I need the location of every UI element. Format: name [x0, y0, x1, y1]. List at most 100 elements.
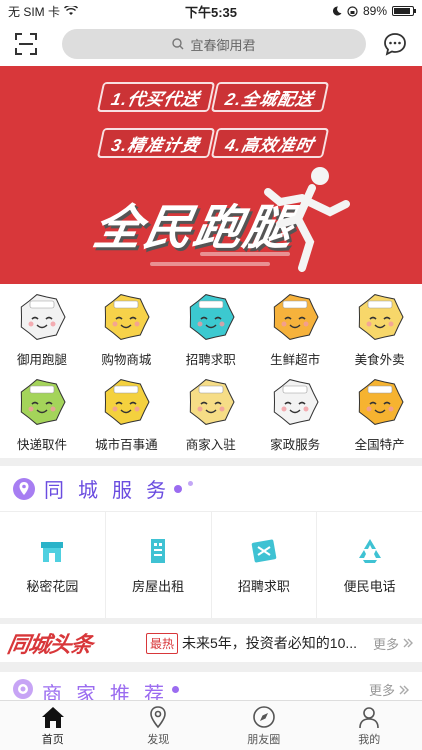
- grid-item[interactable]: 美食外卖: [338, 286, 422, 372]
- merchant-more-link[interactable]: 更多: [369, 680, 410, 699]
- status-bar: 无 SIM 卡 下午5:35 89%: [0, 0, 422, 22]
- battery-percent: 89%: [362, 4, 387, 18]
- service-phone[interactable]: 便民电话: [317, 512, 422, 618]
- wifi-icon: [64, 6, 78, 15]
- tab-home[interactable]: 首页: [0, 701, 106, 750]
- banner-tag: 4.高效准时: [210, 128, 330, 158]
- scan-icon[interactable]: [14, 32, 38, 56]
- tab-profile[interactable]: 我的: [317, 701, 422, 750]
- dot: [188, 481, 193, 486]
- status-time: 下午5:35: [184, 4, 238, 20]
- grid-item[interactable]: 生鲜超市: [253, 286, 337, 372]
- banner-tag: 1.代买代送: [96, 82, 216, 112]
- face-cyan-icon: [189, 294, 235, 340]
- service-secret-garden[interactable]: 秘密花园: [0, 512, 106, 618]
- banner-tag: 2.全城配送: [210, 82, 330, 112]
- category-grid: 御用跑腿 购物商城 招聘求职 生鲜超市 美食外卖快递取件 城市百事通 商家入驻 家政服务 全国特…: [0, 284, 422, 458]
- battery-fill: [394, 8, 411, 14]
- shop-icon: [41, 541, 64, 562]
- more-link[interactable]: 更多: [373, 634, 414, 653]
- grid-item-label: 购物商城: [101, 353, 152, 367]
- face-white-icon: [273, 379, 319, 425]
- tab-moments[interactable]: 朋友圈: [211, 701, 317, 750]
- tab-label: 我的: [358, 733, 381, 746]
- status-left: 无 SIM 卡: [8, 3, 158, 20]
- service-label: 便民电话: [343, 578, 396, 594]
- service-label: 招聘求职: [237, 578, 290, 594]
- grid-item-label: 生鲜超市: [270, 353, 321, 367]
- tab-discover[interactable]: 发现: [106, 701, 212, 750]
- home-icon: [41, 706, 64, 728]
- message-icon[interactable]: [382, 31, 408, 57]
- grid-item-label: 招聘求职: [185, 353, 236, 367]
- grid-item[interactable]: 购物商城: [84, 286, 168, 372]
- double-chevron-right-icon: [403, 638, 413, 648]
- more-label: 更多: [368, 683, 395, 698]
- rotation-lock-icon: [347, 5, 358, 17]
- grid-item-label: 家政服务: [270, 438, 321, 452]
- headline-text[interactable]: 未来5年，投资者必知的10...: [182, 633, 373, 653]
- service-house-rental[interactable]: 房屋出租: [106, 512, 212, 618]
- grid-item[interactable]: 家政服务: [253, 371, 337, 457]
- carrier-label: 无 SIM 卡: [8, 4, 61, 19]
- building-icon: [151, 538, 166, 563]
- tab-label: 发现: [147, 733, 170, 746]
- decor-dots: [174, 481, 193, 493]
- face-orange-icon: [273, 294, 319, 340]
- moon-icon: [332, 6, 342, 16]
- grid-item-label: 商家入驻: [185, 438, 236, 452]
- card-icon: [251, 539, 277, 562]
- hot-badge: 最热: [146, 632, 179, 654]
- location-pin-icon: [13, 477, 35, 500]
- search-icon: [172, 38, 184, 50]
- face-yellow2-icon: [105, 379, 150, 425]
- grid-item[interactable]: 御用跑腿: [0, 286, 84, 372]
- grid-item-label: 全国特产: [354, 438, 405, 452]
- face-yellow-icon: [105, 294, 150, 340]
- location-icon: [150, 705, 167, 728]
- tab-label: 朋友圈: [247, 733, 281, 746]
- grid-item[interactable]: 招聘求职: [169, 286, 253, 372]
- merchant-title: 商家推荐: [42, 684, 178, 700]
- search-input[interactable]: 宜春御用君: [62, 29, 366, 59]
- grid-item[interactable]: 快递取件: [0, 371, 84, 457]
- headline-logo: 同城头条: [5, 632, 94, 657]
- tab-label: 首页: [41, 733, 64, 746]
- service-header: 同城服务: [0, 466, 422, 512]
- search-placeholder: 宜春御用君: [190, 37, 256, 53]
- face-green-icon: [20, 379, 66, 425]
- city-headline-bar[interactable]: 同城头条 最热 未来5年，投资者必知的10... 更多: [0, 624, 422, 662]
- grid-item[interactable]: 城市百事通: [84, 371, 168, 457]
- grid-item-label: 快递取件: [16, 438, 67, 452]
- grid-item[interactable]: 全国特产: [338, 371, 422, 457]
- dot: [172, 686, 179, 693]
- compass-icon: [252, 705, 275, 728]
- header: 宜春御用君: [0, 22, 422, 66]
- face-pale-icon: [189, 379, 235, 425]
- grid-item-label: 城市百事通: [95, 438, 158, 452]
- service-label: 房屋出租: [132, 578, 185, 594]
- service-recruitment[interactable]: 招聘求职: [212, 512, 318, 618]
- face-cloud-icon: [20, 294, 66, 340]
- service-row: 秘密花园 房屋出租 招聘求职 便民电话: [0, 512, 422, 618]
- merchant-section: 商家推荐 更多: [0, 672, 422, 700]
- grid-item[interactable]: 商家入驻: [169, 371, 253, 457]
- battery-icon: [392, 6, 416, 16]
- face-lightyellow-icon: [358, 294, 404, 340]
- recycle-icon: [358, 538, 381, 563]
- banner-tag: 3.精准计费: [96, 128, 216, 158]
- service-title: 同城服务: [44, 480, 180, 502]
- city-service-section: 同城服务 秘密花园 房屋出租 招聘求职 便民电话: [0, 466, 422, 618]
- grid-item-label: 御用跑腿: [16, 353, 67, 367]
- person-icon: [359, 706, 380, 728]
- more-label: 更多: [372, 636, 399, 652]
- service-label: 秘密花园: [26, 578, 79, 594]
- grid-item-label: 美食外卖: [354, 353, 405, 367]
- status-right: 89%: [264, 4, 416, 18]
- promo-banner[interactable]: 1.代买代送 2.全城配送 3.精准计费 4.高效准时 全民跑腿: [0, 66, 422, 284]
- target-icon: [13, 679, 33, 699]
- double-chevron-right-icon: [399, 685, 409, 694]
- face-amber-icon: [358, 379, 404, 425]
- dot: [174, 484, 182, 493]
- tab-bar: 首页 发现 朋友圈 我的: [0, 700, 422, 750]
